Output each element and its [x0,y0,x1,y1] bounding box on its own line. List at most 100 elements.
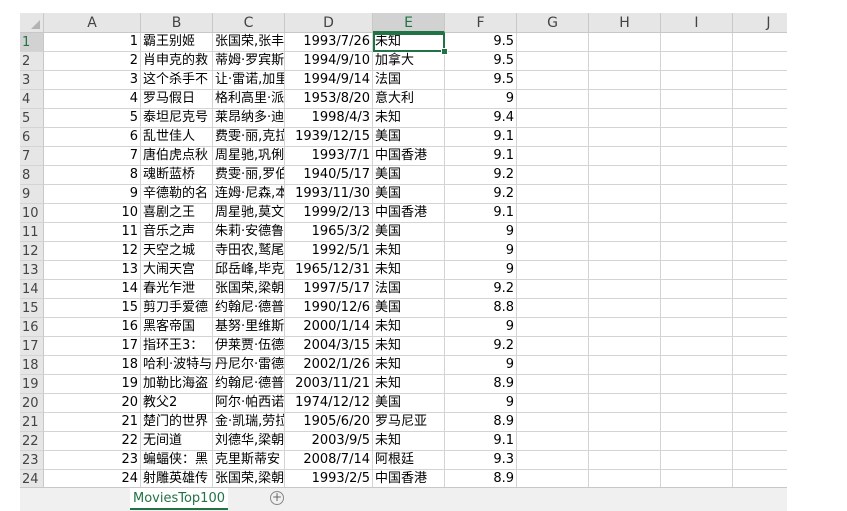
cell-i[interactable] [661,71,733,90]
cell-j[interactable] [733,394,787,413]
cell-d[interactable]: 1939/12/15 [285,128,373,147]
cell-j[interactable] [733,432,787,451]
cell-i[interactable] [661,451,733,470]
cell-b[interactable]: 魂断蓝桥 [141,166,213,185]
cell-d[interactable]: 1992/5/1 [285,242,373,261]
cell-f[interactable]: 9.4 [445,109,517,128]
cell-e[interactable]: 法国 [373,71,445,90]
cell-c[interactable]: 约翰尼·德普 [213,375,285,394]
cell-a[interactable]: 17 [44,337,141,356]
cell-g[interactable] [517,52,589,71]
cell-b[interactable]: 哈利·波特与 [141,356,213,375]
cell-g[interactable] [517,242,589,261]
cell-e[interactable]: 罗马尼亚 [373,413,445,432]
row-header[interactable]: 5 [20,109,44,128]
cell-f[interactable]: 9 [445,356,517,375]
cell-g[interactable] [517,33,589,52]
cell-i[interactable] [661,394,733,413]
cell-h[interactable] [589,261,661,280]
cell-c[interactable]: 张国荣,梁朝 [213,470,285,487]
cell-e[interactable]: 法国 [373,280,445,299]
cell-d[interactable]: 1905/6/20 [285,413,373,432]
cell-e[interactable]: 未知 [373,375,445,394]
cell-j[interactable] [733,223,787,242]
cell-h[interactable] [589,356,661,375]
cell-f[interactable]: 8.8 [445,299,517,318]
cell-b[interactable]: 蝙蝠侠：黑 [141,451,213,470]
cell-d[interactable]: 2002/1/26 [285,356,373,375]
cell-f[interactable]: 9 [445,90,517,109]
row-header[interactable]: 11 [20,223,44,242]
cell-c[interactable]: 金·凯瑞,劳拉 [213,413,285,432]
cell-g[interactable] [517,432,589,451]
cell-i[interactable] [661,413,733,432]
cell-f[interactable]: 9.1 [445,128,517,147]
cell-h[interactable] [589,109,661,128]
cell-c[interactable]: 费雯·丽,克拉 [213,128,285,147]
cell-h[interactable] [589,432,661,451]
row-header[interactable]: 1 [20,33,44,52]
cell-e[interactable]: 美国 [373,299,445,318]
cell-j[interactable] [733,280,787,299]
cell-j[interactable] [733,451,787,470]
cell-h[interactable] [589,71,661,90]
cell-b[interactable]: 音乐之声 [141,223,213,242]
cell-a[interactable]: 11 [44,223,141,242]
cell-f[interactable]: 9.2 [445,166,517,185]
cell-j[interactable] [733,147,787,166]
cell-i[interactable] [661,204,733,223]
row-header[interactable]: 12 [20,242,44,261]
cell-g[interactable] [517,128,589,147]
cell-g[interactable] [517,337,589,356]
cell-j[interactable] [733,318,787,337]
cell-e[interactable]: 中国香港 [373,204,445,223]
cell-h[interactable] [589,394,661,413]
cell-h[interactable] [589,90,661,109]
cell-h[interactable] [589,451,661,470]
cell-g[interactable] [517,185,589,204]
cell-d[interactable]: 2003/11/21 [285,375,373,394]
cell-b[interactable]: 霸王别姬 [141,33,213,52]
cell-h[interactable] [589,128,661,147]
cell-b[interactable]: 天空之城 [141,242,213,261]
cell-i[interactable] [661,280,733,299]
cell-h[interactable] [589,147,661,166]
cell-a[interactable]: 14 [44,280,141,299]
cell-a[interactable]: 6 [44,128,141,147]
column-header-j[interactable]: J [733,13,787,33]
cell-g[interactable] [517,204,589,223]
cell-i[interactable] [661,109,733,128]
cell-j[interactable] [733,109,787,128]
cell-e[interactable]: 中国香港 [373,470,445,487]
row-header[interactable]: 7 [20,147,44,166]
cell-b[interactable]: 肖申克的救 [141,52,213,71]
cell-a[interactable]: 22 [44,432,141,451]
cell-g[interactable] [517,394,589,413]
row-header[interactable]: 20 [20,394,44,413]
cell-f[interactable]: 9.2 [445,280,517,299]
cell-a[interactable]: 13 [44,261,141,280]
cell-f[interactable]: 9.2 [445,185,517,204]
column-header-b[interactable]: B [141,13,213,33]
cell-c[interactable]: 周星驰,莫文 [213,204,285,223]
cell-f[interactable]: 9.2 [445,337,517,356]
cell-e[interactable]: 加拿大 [373,52,445,71]
cell-j[interactable] [733,52,787,71]
cell-j[interactable] [733,356,787,375]
row-header[interactable]: 18 [20,356,44,375]
cell-j[interactable] [733,337,787,356]
cell-f[interactable]: 8.9 [445,413,517,432]
column-header-g[interactable]: G [517,13,589,33]
cell-i[interactable] [661,432,733,451]
cell-a[interactable]: 7 [44,147,141,166]
row-header[interactable]: 16 [20,318,44,337]
cell-g[interactable] [517,356,589,375]
cell-e[interactable]: 阿根廷 [373,451,445,470]
add-sheet-icon[interactable]: + [270,491,284,505]
cell-f[interactable]: 8.9 [445,375,517,394]
cell-c[interactable]: 连姆·尼森,本 [213,185,285,204]
cell-e[interactable]: 未知 [373,318,445,337]
cell-j[interactable] [733,185,787,204]
cell-a[interactable]: 12 [44,242,141,261]
select-all-corner[interactable] [20,13,44,33]
